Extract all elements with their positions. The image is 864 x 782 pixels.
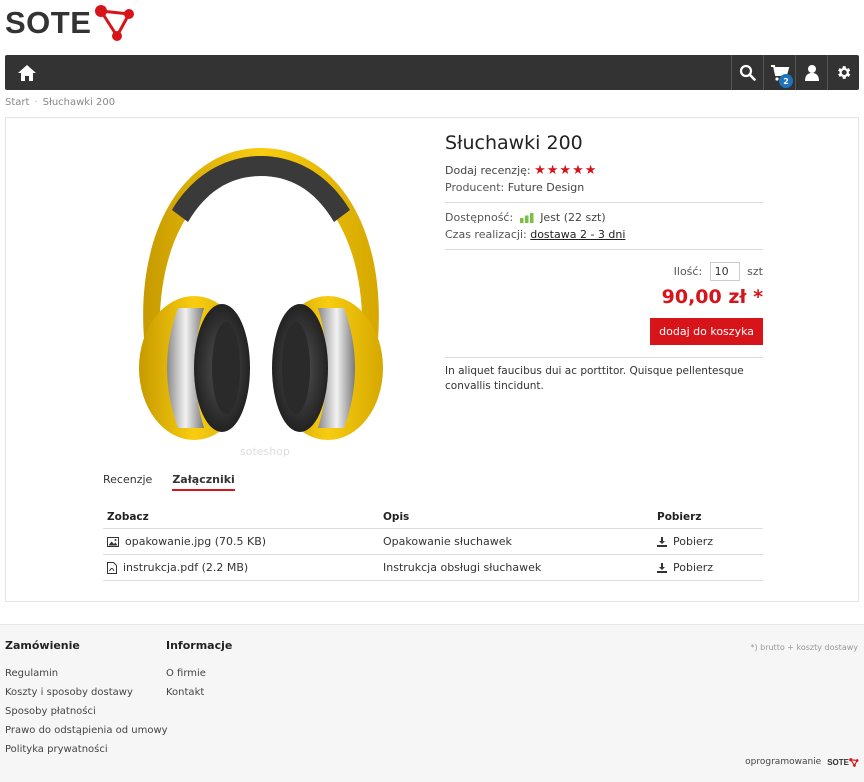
divider [445, 202, 763, 203]
quantity-unit: szt [747, 265, 763, 278]
table-header-row: Zobacz Opis Pobierz [103, 506, 763, 529]
download-link[interactable]: Pobierz [653, 528, 763, 555]
column-header-description: Opis [379, 506, 653, 529]
lead-time-link[interactable]: dostawa 2 - 3 dni [530, 228, 625, 241]
footer-link-terms[interactable]: Regulamin [5, 664, 168, 683]
product-title: Słuchawki 200 [445, 132, 583, 154]
search-button[interactable] [731, 55, 763, 90]
search-icon [739, 64, 756, 81]
product-panel: soteshop Słuchawki 200 Dodaj recenzję: ★… [5, 117, 859, 602]
footer-column-info: Informacje O firmie Kontakt [166, 639, 232, 702]
divider [445, 249, 763, 250]
tab-attachments[interactable]: Załączniki [172, 473, 235, 491]
cart-count-badge: 2 [779, 74, 793, 88]
download-icon [657, 563, 667, 573]
product-price: 90,00 zł * [661, 286, 763, 308]
availability-bars-icon [519, 213, 534, 223]
review-row: Dodaj recenzję: ★★★★★ [445, 162, 763, 179]
file-description: Opakowanie słuchawek [379, 528, 653, 555]
producer-value: Future Design [507, 181, 585, 194]
add-to-cart-button[interactable]: dodaj do koszyka [650, 318, 763, 345]
producer-label: Producent: [445, 181, 505, 194]
logo[interactable]: SOTE [5, 3, 137, 43]
file-description: Instrukcja obsługi słuchawek [379, 554, 653, 581]
footer-link-contact[interactable]: Kontakt [166, 683, 232, 702]
footer-link-privacy[interactable]: Polityka prywatności [5, 740, 168, 759]
headphones-image [139, 148, 383, 440]
footer-link-shipping[interactable]: Koszty i sposoby dostawy [5, 683, 168, 702]
availability-row: Dostępność: Jest (22 szt) [445, 209, 763, 226]
breadcrumb-separator: · [34, 97, 38, 108]
nav-actions: 2 [731, 55, 859, 90]
stock-count: (22 szt) [563, 211, 606, 224]
lead-time-row: Czas realizacji: dostawa 2 - 3 dni [445, 226, 763, 243]
table-row: instrukcja.pdf (2.2 MB) Instrukcja obsłu… [103, 554, 763, 581]
footer-column-order: Zamówienie Regulamin Koszty i sposoby do… [5, 639, 168, 759]
footer-link-payments[interactable]: Sposoby płatności [5, 702, 168, 721]
add-to-cart-wrap: dodaj do koszyka [445, 318, 763, 345]
footer-heading-info: Informacje [166, 639, 233, 652]
download-link[interactable]: Pobierz [653, 554, 763, 581]
user-icon [804, 65, 819, 81]
column-header-view: Zobacz [103, 506, 379, 529]
quantity-label: Ilość: [673, 265, 703, 278]
powered-by-brand: SOTE [827, 757, 849, 767]
availability-label: Dostępność: [445, 211, 514, 224]
file-cell[interactable]: opakowanie.jpg (70.5 KB) [103, 528, 379, 555]
settings-button[interactable] [827, 55, 859, 90]
logo-mark-icon [95, 5, 135, 41]
attachments-table: Zobacz Opis Pobierz opakowanie.jpg (70.5… [103, 506, 763, 581]
breadcrumb-current: Słuchawki 200 [42, 97, 116, 108]
home-icon[interactable] [17, 63, 37, 83]
price-note: *) brutto + koszty dostawy [750, 643, 858, 652]
tab-reviews[interactable]: Recenzje [103, 473, 152, 491]
product-tabs: Recenzje Załączniki [103, 473, 255, 491]
divider [445, 357, 763, 358]
footer-link-withdrawal[interactable]: Prawo do odstąpienia od umowy [5, 721, 168, 740]
download-label: Pobierz [673, 561, 714, 574]
cart-button[interactable]: 2 [763, 55, 795, 90]
product-info: Słuchawki 200 Dodaj recenzję: ★★★★★ Prod… [445, 132, 763, 394]
file-name[interactable]: opakowanie.jpg (70.5 KB) [125, 535, 266, 548]
download-icon [657, 537, 667, 547]
rating-stars[interactable]: ★★★★★ [534, 163, 597, 178]
download-label: Pobierz [673, 535, 714, 548]
powered-by-label: oprogramowanie [745, 757, 822, 767]
footer-link-about[interactable]: O firmie [166, 664, 232, 683]
availability-value: Jest [540, 211, 561, 224]
footer: Zamówienie Regulamin Koszty i sposoby do… [0, 624, 864, 782]
image-icon [107, 537, 119, 547]
product-description: In aliquet faucibus dui ac porttitor. Qu… [445, 365, 744, 392]
producer-row: Producent: Future Design [445, 179, 763, 196]
sote-mini-logo-icon [849, 757, 859, 767]
breadcrumb: Start · Słuchawki 200 [5, 97, 115, 108]
breadcrumb-start[interactable]: Start [5, 97, 29, 108]
pdf-icon [107, 562, 117, 574]
powered-by[interactable]: oprogramowanie SOTE [745, 757, 859, 767]
quantity-row: Ilość: szt [445, 262, 763, 281]
table-row: opakowanie.jpg (70.5 KB) Opakowanie słuc… [103, 528, 763, 555]
review-label: Dodaj recenzję: [445, 164, 531, 177]
logo-text: SOTE [5, 5, 92, 40]
account-button[interactable] [795, 55, 827, 90]
lead-time-label: Czas realizacji: [445, 228, 527, 241]
quantity-input[interactable] [709, 262, 740, 281]
file-name[interactable]: instrukcja.pdf (2.2 MB) [123, 561, 248, 574]
footer-heading-order: Zamówienie [5, 639, 80, 652]
column-header-download: Pobierz [653, 506, 763, 529]
gear-icon [838, 66, 851, 79]
file-cell[interactable]: instrukcja.pdf (2.2 MB) [103, 554, 379, 581]
main-navbar: 2 [5, 55, 859, 90]
product-image[interactable] [116, 138, 406, 458]
image-watermark: soteshop [240, 445, 290, 458]
